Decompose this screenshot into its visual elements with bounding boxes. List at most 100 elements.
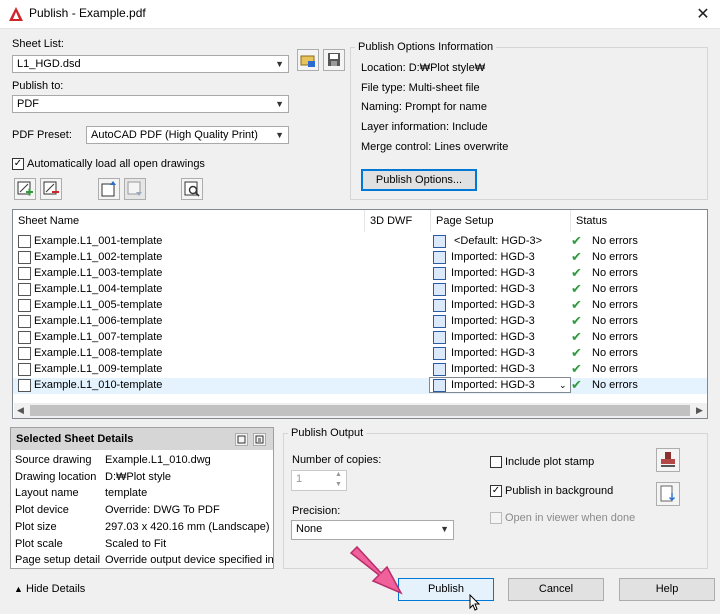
include-plot-stamp-checkbox[interactable] [490, 456, 502, 468]
plot-stamp-settings-button[interactable] [656, 448, 680, 472]
preview-button[interactable] [181, 178, 203, 200]
remove-sheets-icon [43, 181, 59, 195]
chevron-down-icon: ▼ [440, 524, 449, 534]
detail-label: Plot scale [15, 537, 63, 550]
status-value: No errors [592, 267, 638, 279]
cancel-button[interactable]: Cancel [508, 578, 604, 601]
precision-dropdown[interactable]: None ▼ [291, 520, 454, 540]
scrollbar-thumb[interactable] [30, 405, 690, 416]
detail-value: template [105, 487, 148, 500]
move-up-icon [101, 181, 116, 197]
option-file-type: File type: Multi-sheet file [361, 82, 480, 94]
sheet-icon [18, 235, 31, 248]
move-sheet-down-button[interactable] [124, 178, 146, 200]
details-icon [255, 435, 264, 444]
detail-value: Scaled to Fit [105, 537, 167, 550]
column-header-3d-dwf[interactable]: 3D DWF [365, 210, 431, 232]
table-row[interactable]: Example.L1_006-template Imported: HGD-3 ✔ N… [13, 313, 707, 330]
detail-value: Example.L1_010.dwg [105, 454, 211, 466]
scroll-right-icon[interactable]: ▶ [696, 405, 703, 416]
stepper-up-icon[interactable]: ▲ [335, 471, 342, 478]
sheet-icon [18, 315, 31, 328]
help-button[interactable]: Help [619, 578, 715, 601]
status-value: No errors [592, 363, 638, 375]
stamp-icon [661, 452, 675, 467]
load-sheet-list-button[interactable] [297, 49, 319, 71]
sheet-name: Example.L1_006-template [34, 315, 163, 327]
open-in-viewer-label: Open in viewer when done [505, 512, 636, 524]
table-row[interactable]: Example.L1_005-template Imported: HGD-3 ✔ N… [13, 297, 707, 314]
sheet-name: Example.L1_002-template [34, 251, 163, 263]
page-setup-value: Imported: HGD-3 [451, 299, 535, 311]
detail-row: Plot scale Scaled to Fit [15, 537, 166, 554]
open-in-viewer-checkbox[interactable] [490, 512, 502, 524]
publish-to-dropdown[interactable]: PDF ▼ [12, 95, 289, 113]
page-setup-icon [433, 379, 446, 392]
sheet-name: Example.L1_009-template [34, 363, 163, 375]
column-header-sheet-name[interactable]: Sheet Name [13, 210, 365, 232]
status-value: No errors [592, 283, 638, 295]
horizontal-scrollbar[interactable]: ◀ ▶ [14, 403, 707, 418]
add-sheets-button[interactable] [14, 178, 36, 200]
document-arrow-icon [660, 485, 675, 502]
page-setup-icon [433, 363, 446, 376]
move-down-icon [127, 181, 142, 196]
column-header-page-setup[interactable]: Page Setup [431, 210, 571, 232]
folder-open-icon [300, 55, 315, 67]
number-of-copies-label: Number of copies: [292, 454, 382, 466]
hide-details-link[interactable]: Hide Details [26, 583, 85, 595]
publish-in-background-checkbox[interactable]: ✓ [490, 485, 502, 497]
number-of-copies-stepper[interactable]: 1 ▲ ▼ [291, 470, 347, 491]
option-layer-information: Layer information: Include [361, 121, 488, 133]
sheet-icon [18, 363, 31, 376]
preview-icon [184, 181, 200, 197]
publish-options-info-title: Publish Options Information [355, 41, 497, 53]
pointer-arrow-annotation-icon [349, 545, 403, 595]
table-row[interactable]: Example.L1_007-template Imported: HGD-3 ✔ N… [13, 329, 707, 346]
chevron-down-icon[interactable]: ⌄ [559, 380, 567, 391]
sheet-list-dropdown[interactable]: L1_HGD.dsd ▼ [12, 55, 289, 73]
save-sheet-list-button[interactable] [323, 49, 345, 71]
table-row[interactable]: Example.L1_009-template Imported: HGD-3 ✔ N… [13, 361, 707, 378]
table-row[interactable]: Example.L1_008-template Imported: HGD-3 ✔ N… [13, 345, 707, 362]
sheet-list-table: Sheet Name 3D DWF Page Setup Status Exam… [12, 209, 708, 419]
details-copy-button[interactable] [235, 433, 248, 446]
auto-load-checkbox[interactable]: ✓ [12, 158, 24, 170]
publish-in-background-label: Publish in background [505, 485, 614, 497]
scroll-left-icon[interactable]: ◀ [17, 405, 24, 416]
stepper-down-icon[interactable]: ▼ [335, 481, 342, 488]
table-row[interactable]: Example.L1_004-template Imported: HGD-3 ✔ N… [13, 281, 707, 298]
copy-icon [237, 435, 246, 444]
details-expand-button[interactable] [253, 433, 266, 446]
status-value: No errors [592, 379, 638, 391]
sheet-icon [18, 347, 31, 360]
check-icon: ✔ [571, 329, 582, 344]
page-setup-icon [433, 299, 446, 312]
page-setup-value: Imported: HGD-3 [451, 267, 535, 279]
remove-sheets-button[interactable] [40, 178, 62, 200]
table-row[interactable]: Example.L1_010-template Imported: HGD-3 ⌄ ✔… [13, 377, 707, 394]
sheet-icon [18, 267, 31, 280]
page-setup-value: Imported: HGD-3 [451, 283, 535, 295]
status-value: No errors [592, 347, 638, 359]
move-sheet-up-button[interactable] [98, 178, 120, 200]
selected-sheet-details-panel: Selected Sheet Details Source drawing Exa… [10, 427, 274, 569]
table-row[interactable]: Example.L1_002-template Imported: HGD-3 ✔ N… [13, 249, 707, 266]
sheet-icon [18, 299, 31, 312]
close-button[interactable]: ✕ [693, 4, 713, 24]
table-row[interactable]: Example.L1_003-template Imported: HGD-3 ✔ N… [13, 265, 707, 282]
detail-value: 297.03 x 420.16 mm (Landscape) [105, 520, 270, 533]
check-icon: ✔ [571, 361, 582, 376]
background-publish-settings-button[interactable] [656, 482, 680, 506]
sheet-icon [18, 331, 31, 344]
page-setup-icon [433, 315, 446, 328]
page-setup-value: Imported: HGD-3 [451, 363, 535, 375]
check-icon: ✔ [571, 249, 582, 264]
page-setup-icon [433, 235, 446, 248]
detail-label: Plot size [15, 520, 57, 533]
pdf-preset-dropdown[interactable]: AutoCAD PDF (High Quality Print) ▼ [86, 126, 289, 144]
publish-options-button[interactable]: Publish Options... [361, 169, 477, 191]
table-row[interactable]: Example.L1_001-template <Default: HGD-3> ✔… [13, 233, 707, 250]
column-header-status[interactable]: Status [571, 210, 707, 232]
sheet-name: Example.L1_004-template [34, 283, 163, 295]
